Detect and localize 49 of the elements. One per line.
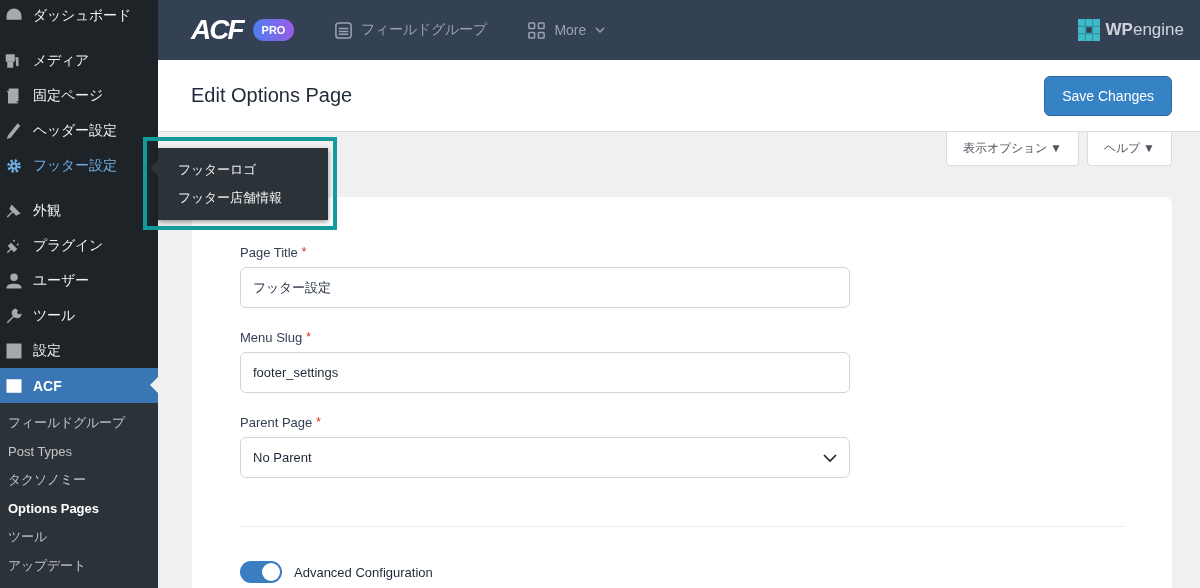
- grid-icon: [527, 20, 547, 40]
- sidebar-item[interactable]: ツール: [0, 298, 158, 333]
- more-menu[interactable]: More: [527, 20, 607, 40]
- brand-logo-text: WPengine: [1105, 20, 1184, 40]
- menu-icon: [5, 341, 23, 360]
- flyout-item[interactable]: フッターロゴ: [178, 156, 328, 184]
- required-mark: *: [301, 245, 307, 260]
- menu-icon: [5, 271, 23, 290]
- chevron-down-icon: [594, 24, 607, 36]
- field-label: Page Title: [240, 245, 298, 260]
- submenu-item[interactable]: Options Pages: [0, 494, 158, 523]
- grid-logo-icon: [1077, 19, 1100, 41]
- sidebar-item[interactable]: 設定: [0, 333, 158, 368]
- sidebar-item[interactable]: 固定ページ: [0, 78, 158, 113]
- save-button[interactable]: Save Changes: [1044, 75, 1172, 116]
- menu-icon: [5, 121, 23, 140]
- menu-icon: [5, 156, 23, 175]
- sidebar-item[interactable]: 外観: [0, 193, 158, 228]
- submenu-item[interactable]: タクソノミー: [0, 466, 158, 495]
- flyout-item[interactable]: フッター店舗情報: [178, 184, 328, 212]
- toggle-switch[interactable]: [240, 561, 282, 583]
- nav-link[interactable]: フィールドグループ: [334, 20, 488, 40]
- submenu-item[interactable]: ツール: [0, 523, 158, 552]
- pro-badge: PRO: [252, 19, 295, 41]
- required-mark: *: [316, 415, 321, 430]
- submenu-item[interactable]: フィールドグループ: [0, 409, 158, 438]
- sidebar-item[interactable]: ユーザー: [0, 263, 158, 298]
- sidebar-item[interactable]: ダッシュボード: [0, 0, 158, 33]
- sidebar-item[interactable]: ACF: [0, 368, 158, 403]
- list-icon: [334, 20, 354, 40]
- toggle-label: Advanced Configuration: [294, 564, 433, 580]
- page-title: Edit Options Page: [191, 84, 353, 107]
- menu-icon: [5, 306, 23, 325]
- field-label: Menu Slug: [240, 330, 303, 345]
- sidebar-item[interactable]: メディア: [0, 43, 158, 78]
- field-label: Parent Page: [240, 415, 313, 430]
- sidebar-item[interactable]: フッター設定: [0, 148, 158, 183]
- select-field[interactable]: No Parent: [240, 437, 850, 478]
- acf-logo[interactable]: ACF: [191, 14, 243, 46]
- screen-tab[interactable]: 表示オプション ▼: [945, 132, 1079, 166]
- screen-tab[interactable]: ヘルプ ▼: [1086, 132, 1172, 166]
- submenu-item[interactable]: アップデート: [0, 551, 158, 580]
- text-field[interactable]: footer_settings: [240, 352, 850, 393]
- sidebar-item[interactable]: プラグイン: [0, 228, 158, 263]
- menu-icon: [5, 376, 23, 395]
- text-field[interactable]: フッター設定: [240, 267, 850, 308]
- submenu-item[interactable]: Post Types: [0, 437, 158, 466]
- sidebar-item[interactable]: ヘッダー設定: [0, 113, 158, 148]
- required-mark: *: [306, 330, 311, 345]
